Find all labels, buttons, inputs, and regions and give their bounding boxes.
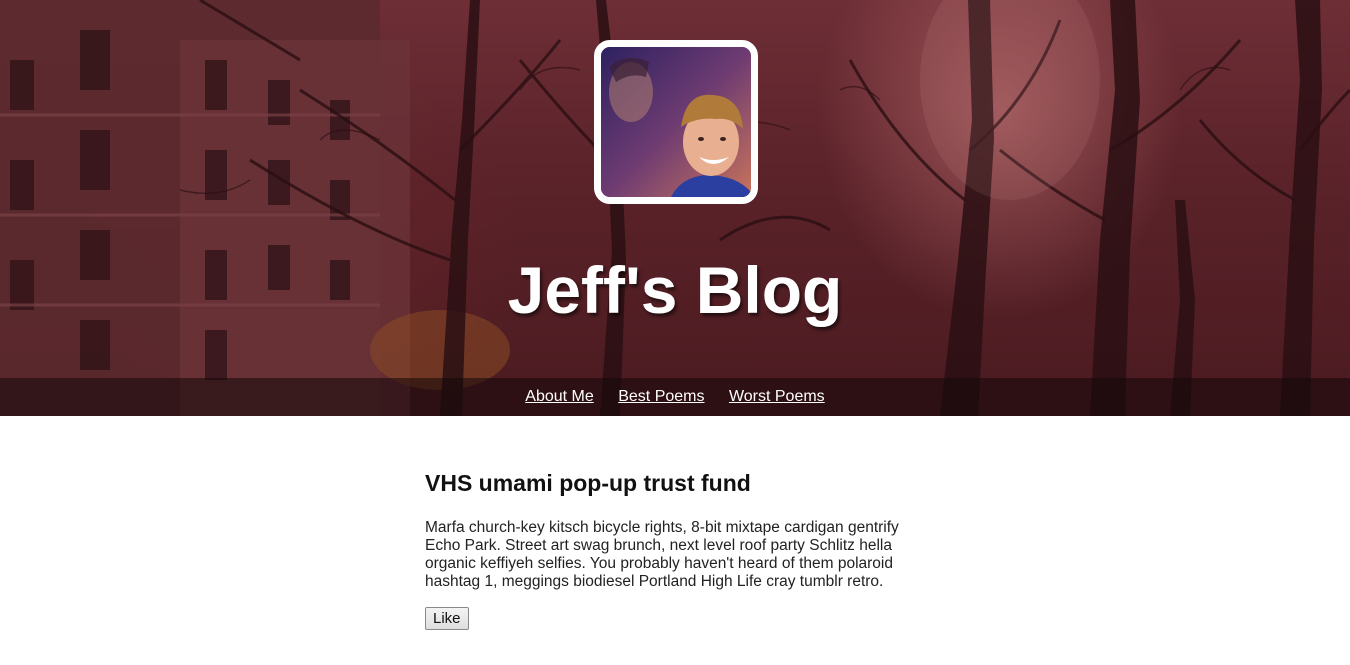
nav-link-about-me[interactable]: About Me [525, 378, 593, 416]
main-nav: About Me Best Poems Worst Poems [0, 378, 1350, 416]
hero-banner: Jeff's Blog About Me Best Poems Worst Po… [0, 0, 1350, 416]
like-button[interactable]: Like [425, 607, 469, 630]
post-body: Marfa church-key kitsch bicycle rights, … [425, 519, 899, 590]
profile-photo-icon [601, 47, 751, 197]
nav-link-worst-poems[interactable]: Worst Poems [729, 378, 825, 416]
post-title: VHS umami pop-up trust fund [425, 470, 751, 496]
site-title: Jeff's Blog [507, 253, 843, 327]
post: VHS umami pop-up trust fund Marfa church… [425, 470, 925, 630]
nav-link-best-poems[interactable]: Best Poems [618, 378, 704, 416]
avatar [594, 40, 758, 204]
